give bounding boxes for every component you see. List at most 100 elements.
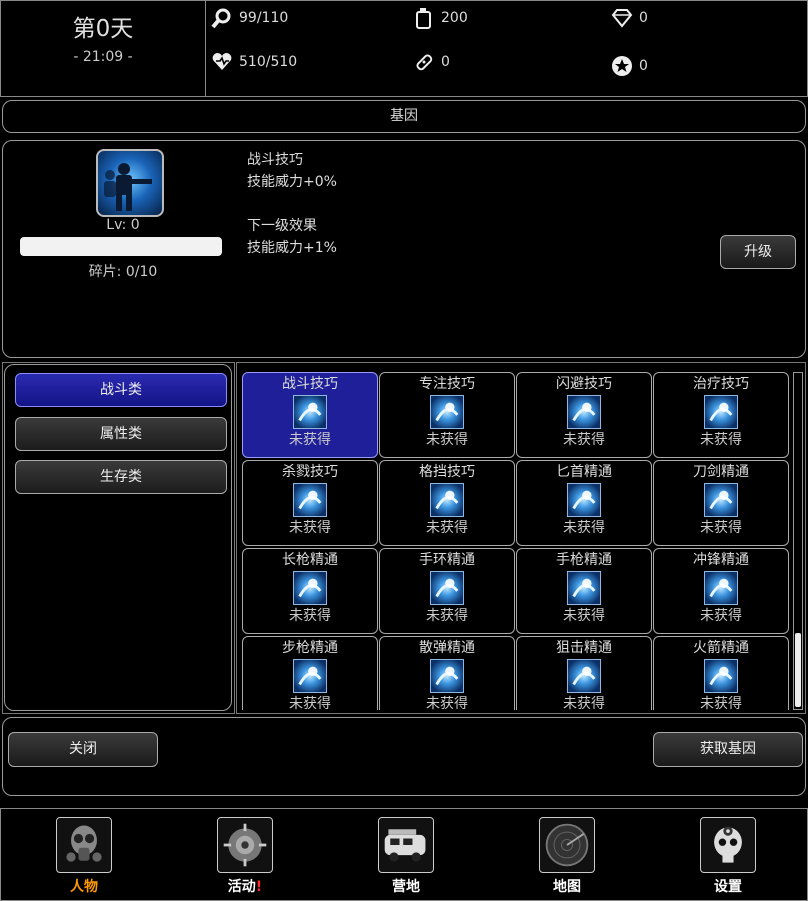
skill-cell[interactable]: 专注技巧 未获得	[379, 372, 515, 458]
stat-fuel: 200	[413, 7, 468, 29]
weapon-mastery-icon	[293, 659, 327, 693]
stat-value: 0	[639, 10, 648, 26]
gene-name: 战斗技巧	[247, 152, 303, 168]
skill-status: 未获得	[426, 696, 468, 710]
skill-name: 匕首精通	[556, 464, 612, 480]
bottom-nav: 人物 活动! 营地 地图 设置	[0, 808, 808, 901]
skill-name: 火箭精通	[693, 640, 749, 656]
skill-name: 专注技巧	[419, 376, 475, 392]
category-combat[interactable]: 战斗类	[15, 373, 227, 407]
close-button[interactable]: 关闭	[8, 732, 158, 767]
get-gene-button[interactable]: 获取基因	[653, 732, 803, 767]
search-icon	[211, 8, 231, 29]
skill-cell[interactable]: 散弹精通 未获得	[379, 636, 515, 710]
stat-value: 0	[441, 54, 450, 70]
diamond-icon	[611, 9, 633, 28]
weapon-mastery-icon	[567, 659, 601, 693]
weapon-mastery-icon	[704, 659, 738, 693]
skill-cell[interactable]: 战斗技巧 未获得	[242, 372, 378, 458]
nav-events[interactable]: 活动!	[205, 817, 285, 896]
radar-icon	[539, 817, 595, 873]
skill-grid-scrollbar[interactable]	[793, 372, 803, 710]
skill-status: 未获得	[426, 432, 468, 448]
page-title: 基因	[2, 100, 806, 133]
skill-status: 未获得	[700, 432, 742, 448]
stat-value: 200	[441, 10, 468, 26]
skill-cell[interactable]: 狙击精通 未获得	[516, 636, 652, 710]
skill-status: 未获得	[700, 696, 742, 710]
skill-grid: 战斗技巧 未获得 专注技巧 未获得 闪避技巧 未获得 治疗技巧 未获得 杀戮技巧 未获得 格挡技巧未…	[242, 372, 790, 710]
skill-name: 冲锋精通	[693, 552, 749, 568]
gas-mask-icon	[56, 817, 112, 873]
skill-status: 未获得	[563, 608, 605, 624]
skill-cell[interactable]: 杀戮技巧 未获得	[242, 460, 378, 546]
stat-star: 0	[611, 55, 648, 77]
category-panel: 战斗类 属性类 生存类	[4, 364, 232, 711]
nav-events-label: 活动!	[205, 876, 285, 896]
day-panel: 第0天 - 21:09 -	[1, 1, 206, 96]
scrollbar-thumb[interactable]	[795, 633, 801, 707]
skill-name: 格挡技巧	[419, 464, 475, 480]
skill-cell[interactable]: 格挡技巧 未获得	[379, 460, 515, 546]
skill-cell[interactable]: 长枪精通 未获得	[242, 548, 378, 634]
skill-status: 未获得	[700, 520, 742, 536]
fuel-can-icon	[416, 8, 431, 29]
weapon-mastery-icon	[430, 571, 464, 605]
camper-van-icon	[378, 817, 434, 873]
skill-status: 未获得	[289, 696, 331, 710]
skill-cell[interactable]: 手环精通 未获得	[379, 548, 515, 634]
skill-name: 战斗技巧	[282, 376, 338, 392]
nav-character[interactable]: 人物	[44, 817, 124, 896]
gene-detail-panel: Lv: 0 碎片: 0/10 战斗技巧 技能威力+0% 下一级效果 技能威力+1…	[2, 140, 806, 358]
nav-character-label: 人物	[70, 879, 98, 895]
stat-value: 99/110	[239, 10, 289, 26]
skill-status: 未获得	[289, 608, 331, 624]
weapon-mastery-icon	[704, 483, 738, 517]
combat-soldier-icon	[96, 149, 164, 217]
category-attributes[interactable]: 属性类	[15, 417, 227, 451]
stat-value: 0	[639, 58, 648, 74]
stat-diamond: 0	[611, 7, 648, 29]
nav-map[interactable]: 地图	[527, 817, 607, 896]
skill-name: 闪避技巧	[556, 376, 612, 392]
skill-cell[interactable]: 步枪精通 未获得	[242, 636, 378, 710]
nav-events-text: 活动	[227, 879, 256, 895]
heal-pulse-icon	[704, 395, 738, 429]
nav-map-label: 地图	[553, 879, 581, 895]
next-level-effect: 技能威力+1%	[247, 240, 337, 256]
skill-status: 未获得	[289, 432, 331, 448]
skill-cell[interactable]: 火箭精通 未获得	[653, 636, 789, 710]
shard-progress-bar	[20, 237, 222, 256]
skill-cell[interactable]: 治疗技巧 未获得	[653, 372, 789, 458]
nav-camp[interactable]: 营地	[366, 817, 446, 896]
current-effect: 技能威力+0%	[247, 174, 337, 190]
nav-settings-label: 设置	[714, 879, 742, 895]
skill-name: 步枪精通	[282, 640, 338, 656]
skill-status: 未获得	[700, 608, 742, 624]
weapon-mastery-icon	[293, 571, 327, 605]
skill-name: 刀剑精通	[693, 464, 749, 480]
skill-cell[interactable]: 刀剑精通 未获得	[653, 460, 789, 546]
clock: - 21:09 -	[73, 49, 133, 65]
skill-name: 狙击精通	[556, 640, 612, 656]
heart-icon	[212, 53, 232, 70]
weapon-mastery-icon	[430, 659, 464, 693]
upgrade-button[interactable]: 升级	[720, 235, 796, 269]
skill-status: 未获得	[563, 432, 605, 448]
block-icon	[430, 483, 464, 517]
skill-name: 杀戮技巧	[282, 464, 338, 480]
nav-camp-label: 营地	[392, 879, 420, 895]
skull-gear-icon	[700, 817, 756, 873]
category-survival[interactable]: 生存类	[15, 460, 227, 494]
focus-icon	[430, 395, 464, 429]
stat-health: 510/510	[211, 51, 297, 73]
stat-value: 510/510	[239, 54, 298, 70]
skill-status: 未获得	[426, 608, 468, 624]
stat-bandage: 0	[413, 51, 450, 73]
soldier-icon	[293, 395, 327, 429]
skill-cell[interactable]: 手枪精通 未获得	[516, 548, 652, 634]
nav-settings[interactable]: 设置	[688, 817, 768, 896]
skill-cell[interactable]: 冲锋精通 未获得	[653, 548, 789, 634]
skill-cell[interactable]: 匕首精通 未获得	[516, 460, 652, 546]
skill-cell[interactable]: 闪避技巧 未获得	[516, 372, 652, 458]
